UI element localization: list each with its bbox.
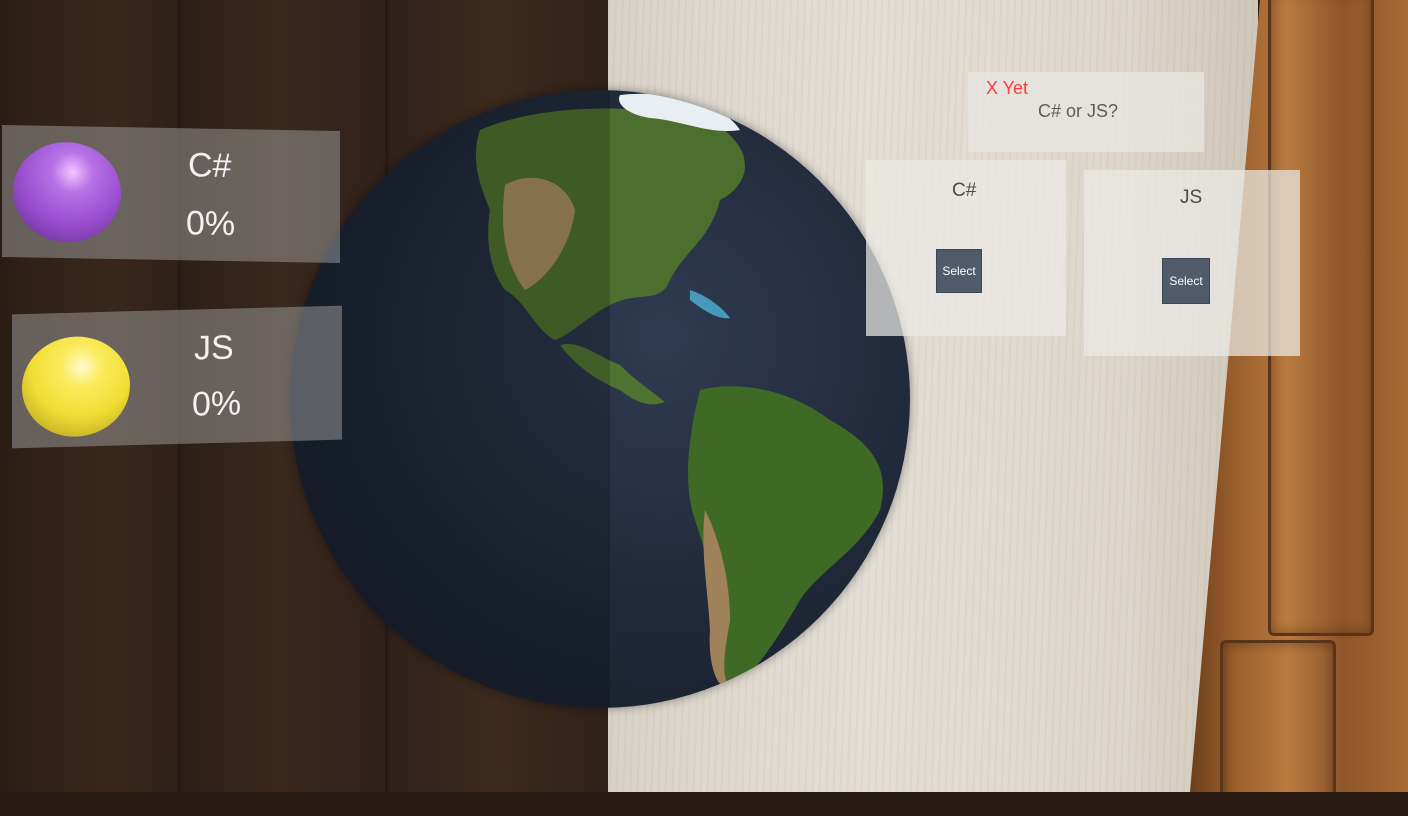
sphere-icon	[13, 141, 121, 244]
earth-globe[interactable]	[290, 90, 910, 708]
option-label: C#	[952, 180, 977, 201]
result-label: JS	[194, 328, 234, 368]
question-text: C# or JS?	[1038, 101, 1119, 121]
result-percent: 0%	[192, 384, 242, 424]
question-panel: X Yet C# or JS?	[968, 72, 1204, 152]
option-label: JS	[1180, 187, 1203, 208]
select-button-csharp[interactable]: Select	[936, 249, 982, 293]
result-label: C#	[188, 146, 232, 186]
result-panel-js: JS 0%	[12, 305, 342, 449]
door-panel-bottom	[1220, 640, 1336, 792]
result-panel-csharp: C# 0%	[2, 125, 340, 263]
select-button-js[interactable]: Select	[1162, 258, 1210, 304]
option-panel-js: JS Select	[1084, 170, 1300, 356]
question-status: X Yet	[986, 78, 1029, 98]
result-percent: 0%	[186, 204, 236, 244]
sphere-icon	[22, 335, 130, 439]
option-panel-csharp: C# Select	[866, 160, 1066, 336]
